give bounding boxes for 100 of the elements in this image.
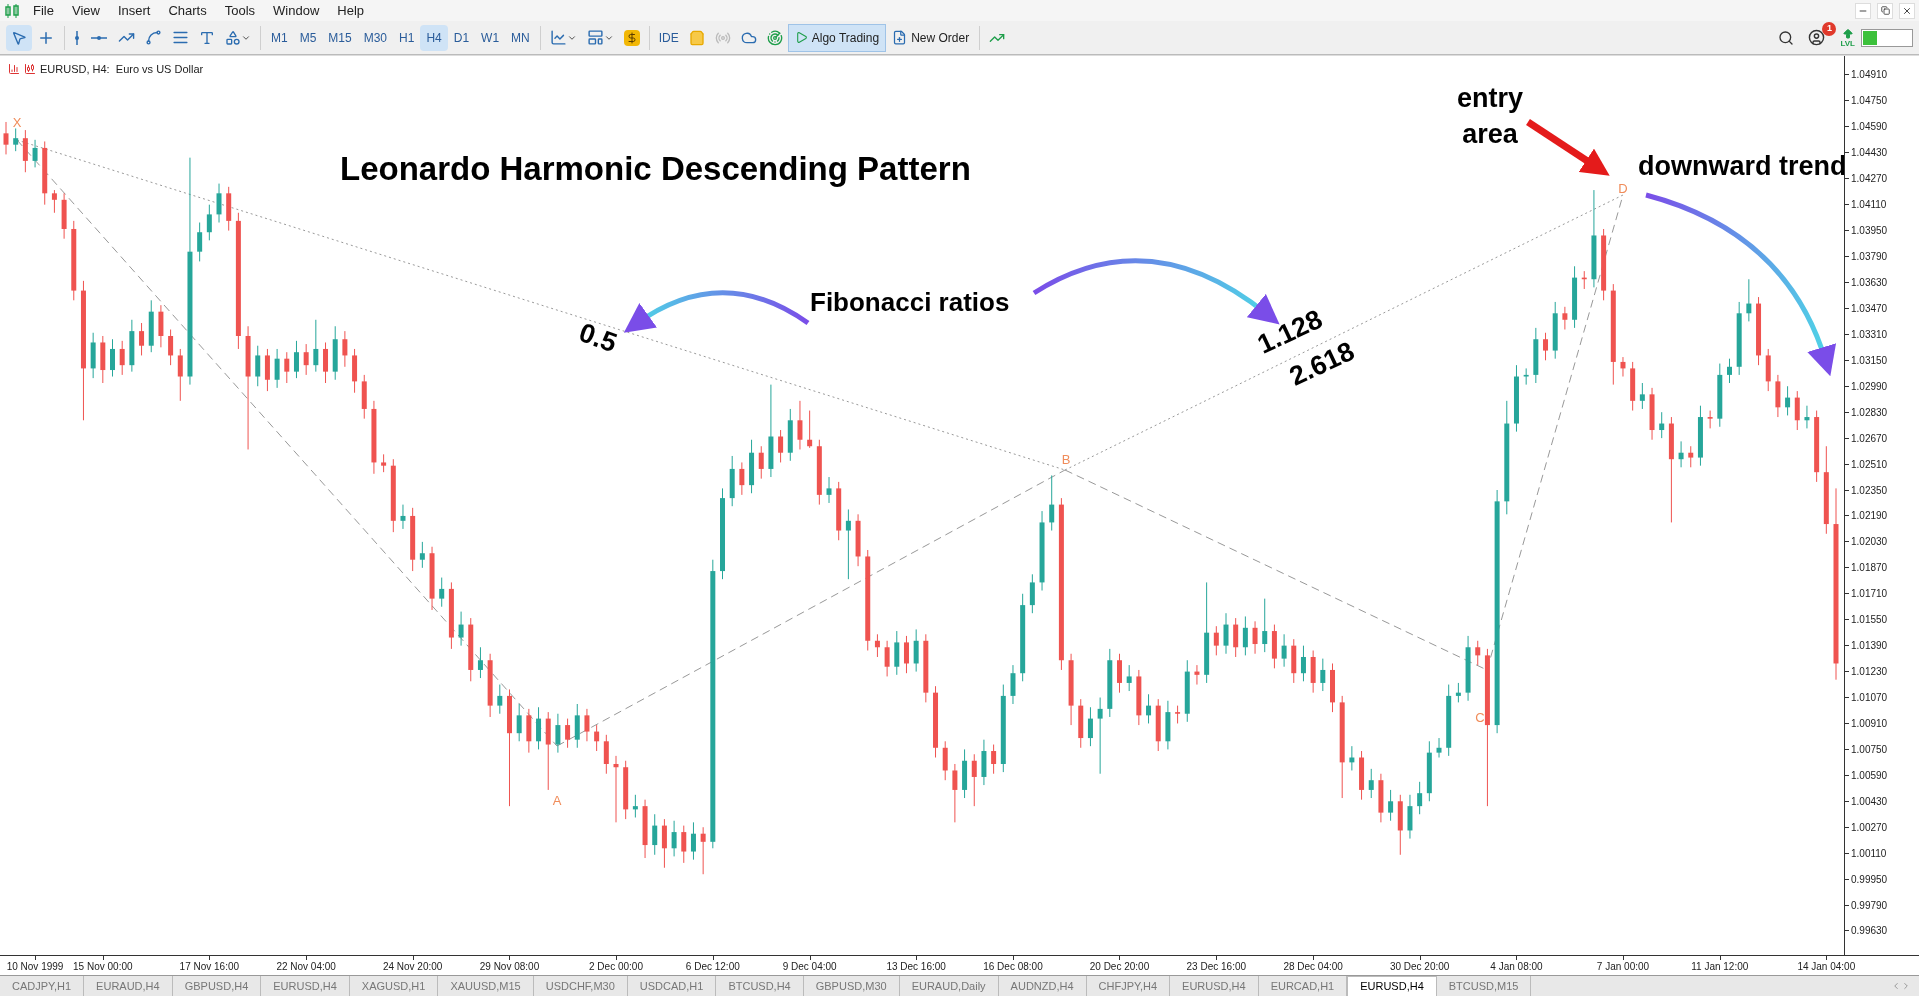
chart-tab[interactable]: BTCUSD,M15 <box>1436 976 1532 996</box>
timeframe-button[interactable]: M1 <box>265 24 294 51</box>
chart-annotation: Fibonacci ratios <box>810 286 1010 319</box>
price-label: 1.00110 <box>1850 846 1887 861</box>
level-label: LVL <box>1840 39 1855 48</box>
chart-tab[interactable]: AUDNZD,H4 <box>998 976 1087 996</box>
price-label: 1.03470 <box>1850 301 1888 316</box>
time-label: 15 Nov 00:00 <box>73 960 133 974</box>
price-label: 1.03950 <box>1850 224 1888 239</box>
time-label: 23 Dec 16:00 <box>1186 960 1247 974</box>
price-label: 1.04910 <box>1850 68 1888 83</box>
time-label: 17 Nov 16:00 <box>179 960 240 974</box>
price-label: 1.01070 <box>1850 691 1888 705</box>
chart-annotation: downward trend <box>1638 150 1844 183</box>
price-label: 1.02190 <box>1850 509 1888 524</box>
chart-title: Leonardo Harmonic Descending Pattern <box>340 149 971 189</box>
price-label: 1.03630 <box>1850 276 1888 290</box>
menu-item[interactable]: Help <box>328 0 374 21</box>
menu-item[interactable]: Window <box>264 0 329 21</box>
timeframe-button[interactable]: M30 <box>357 24 394 51</box>
price-label: 0.99950 <box>1850 872 1888 887</box>
time-label: 2 Dec 00:00 <box>589 960 643 974</box>
price-label: 1.02830 <box>1850 405 1888 420</box>
chart-tab[interactable]: XAGUSD,H1 <box>349 976 439 996</box>
chart-tab[interactable]: CADJPY,H1 <box>0 976 85 996</box>
point-label: B <box>1061 451 1071 470</box>
time-label: 20 Dec 20:00 <box>1089 960 1150 974</box>
time-label: 28 Dec 04:00 <box>1283 960 1343 974</box>
time-label: 4 Jan 08:00 <box>1490 960 1543 974</box>
price-label: 1.00750 <box>1850 742 1888 757</box>
price-label: 1.04270 <box>1850 172 1888 187</box>
price-label: 1.00430 <box>1850 794 1888 809</box>
price-label: 1.01870 <box>1850 561 1888 576</box>
price-label: 1.01550 <box>1850 613 1888 628</box>
price-label: 1.03790 <box>1850 250 1888 265</box>
ide-button[interactable]: IDE <box>653 24 684 51</box>
chart-tab[interactable]: EURUSD,H4 <box>1170 976 1259 996</box>
time-label: 9 Dec 04:00 <box>782 960 837 974</box>
price-label: 0.99630 <box>1850 924 1888 939</box>
price-label: 1.00270 <box>1850 820 1888 835</box>
time-label: 7 Jan 00:00 <box>1596 960 1650 974</box>
price-label: 1.02670 <box>1850 431 1888 446</box>
point-label: A <box>552 792 562 811</box>
chart-tab[interactable]: EURAUD,Daily <box>899 976 999 996</box>
time-label: 14 Jan 04:00 <box>1797 960 1856 974</box>
menu-item[interactable]: Insert <box>108 0 160 21</box>
menu-item[interactable]: File <box>24 0 63 21</box>
time-label: 13 Dec 16:00 <box>886 960 946 974</box>
timeframe-button[interactable]: H1 <box>393 24 421 51</box>
price-label: 1.04430 <box>1850 146 1888 161</box>
price-label: 1.03310 <box>1850 327 1888 342</box>
algo-trading-button[interactable]: Algo Trading <box>787 23 887 52</box>
timeframe-button[interactable]: W1 <box>475 24 506 51</box>
timeframe-button[interactable]: H4 <box>420 24 448 51</box>
timeframe-button[interactable]: M5 <box>293 24 323 51</box>
chart-tab[interactable]: EURAUD,H4 <box>84 976 173 996</box>
price-label: 1.02030 <box>1850 535 1888 550</box>
price-label: 0.99790 <box>1850 898 1888 913</box>
time-label: 11 Jan 12:00 <box>1691 960 1749 974</box>
chart-tab[interactable]: GBPUSD,M30 <box>803 976 900 996</box>
price-label: 1.04110 <box>1850 198 1887 213</box>
chart-tab[interactable]: XAUUSD,M15 <box>438 976 534 996</box>
timeframe-button[interactable]: MN <box>505 24 536 51</box>
price-label: 1.00910 <box>1850 716 1888 731</box>
timeframe-button[interactable]: M15 <box>322 24 358 51</box>
chart-tab[interactable]: BTCUSD,H4 <box>716 976 804 996</box>
price-label: 1.01390 <box>1850 639 1888 654</box>
point-label: D <box>1618 180 1628 199</box>
ratio-label: 0.5 <box>574 316 622 361</box>
timeframe-button[interactable]: D1 <box>447 24 476 51</box>
chart-header: EURUSD, H4: Euro vs US Dollar <box>40 62 204 77</box>
menu-item[interactable]: Tools <box>215 0 265 21</box>
price-label: 1.03150 <box>1850 353 1888 368</box>
price-label: 1.00590 <box>1850 768 1888 783</box>
time-label: 16 Dec 08:00 <box>983 960 1043 974</box>
time-label: 22 Nov 04:00 <box>276 960 336 974</box>
chart-tab[interactable]: EURUSD,H4 <box>261 976 350 996</box>
new-order-button[interactable]: New Order <box>886 24 976 51</box>
chart-tab[interactable]: EURUSD,H4 <box>1347 976 1437 996</box>
chart-tab[interactable]: USDCHF,M30 <box>533 976 628 996</box>
point-label: C <box>1475 709 1485 728</box>
time-label: 30 Dec 20:00 <box>1389 960 1450 974</box>
time-label: 24 Nov 20:00 <box>382 960 443 974</box>
price-label: 1.04750 <box>1850 94 1888 109</box>
chart-annotation: entry area <box>1456 82 1524 151</box>
chart-tab[interactable]: CHFJPY,H4 <box>1086 976 1171 996</box>
time-label: 29 Nov 08:00 <box>479 960 540 974</box>
time-label: 6 Dec 12:00 <box>685 960 740 974</box>
price-label: 1.02350 <box>1850 483 1888 498</box>
price-label: 1.01230 <box>1850 665 1888 680</box>
price-label: 1.04590 <box>1850 120 1888 135</box>
price-label: 1.02990 <box>1850 379 1888 394</box>
chart-tab[interactable]: USDCAD,H1 <box>627 976 717 996</box>
menu-item[interactable]: Charts <box>159 0 216 21</box>
notification-badge: 1 <box>1822 21 1837 36</box>
chart-tab[interactable]: GBPUSD,H4 <box>172 976 262 996</box>
point-label: X <box>12 114 22 133</box>
price-label: 1.02510 <box>1850 457 1888 472</box>
time-label: 10 Nov 1999 <box>6 960 64 974</box>
menu-item[interactable]: View <box>62 0 109 21</box>
